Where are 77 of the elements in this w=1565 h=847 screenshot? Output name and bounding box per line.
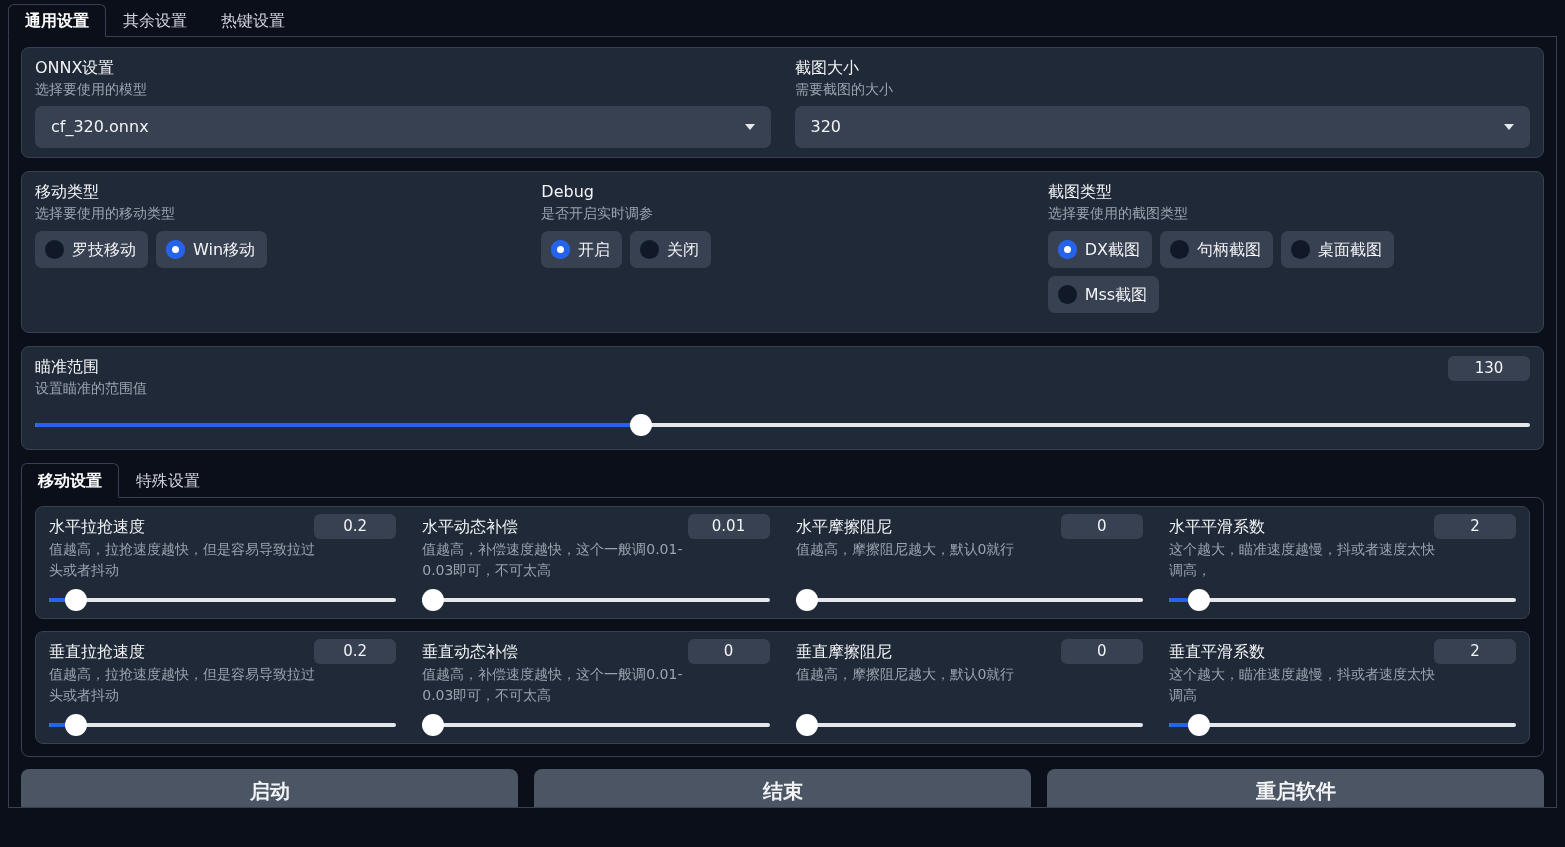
slider-track[interactable] (422, 714, 770, 737)
radio-option[interactable]: DX截图 (1047, 231, 1152, 269)
value-field[interactable]: 0 (1060, 514, 1143, 540)
slider-hint: 值越高，补偿速度越快，这个一般调0.01-0.03即可，不可太高 (422, 540, 684, 580)
slider-label: 垂直拉抢速度 (49, 640, 145, 663)
tab[interactable]: 热键设置 (204, 4, 302, 37)
slider-track[interactable] (795, 714, 1143, 737)
radio-option[interactable]: 桌面截图 (1280, 231, 1394, 269)
value-field[interactable]: 0.2 (314, 514, 397, 540)
slider-thumb[interactable] (65, 714, 88, 737)
radio-option[interactable]: 句柄截图 (1159, 231, 1273, 269)
slider-label: 水平平滑系数 (1168, 515, 1265, 538)
slider-hint: 值越高，摩擦阻尼越大，默认0就行 (795, 540, 1016, 560)
slider-track[interactable] (1168, 589, 1516, 612)
slider-hint: 值越高，补偿速度越快，这个一般调0.01-0.03即可，不可太高 (422, 665, 684, 705)
group-hint: 选择要使用的截图类型 (1047, 204, 1189, 224)
tab[interactable]: 其余设置 (106, 4, 204, 37)
slider-thumb[interactable] (795, 714, 818, 737)
caret-icon (1504, 123, 1514, 130)
value-field[interactable]: 2 (1434, 514, 1516, 540)
group-hint: 选择要使用的移动类型 (35, 204, 176, 224)
slider-hint: 设置瞄准的范围值 (35, 379, 147, 399)
action-button[interactable]: 结束 (534, 769, 1031, 808)
radio-option[interactable]: 开启 (541, 231, 623, 269)
slider-thumb[interactable] (65, 589, 88, 612)
dropdown[interactable]: cf_320.onnx (35, 105, 771, 148)
slider-hint: 值越高，拉抢速度越快，但是容易导致拉过头或者抖动 (49, 540, 316, 580)
field-hint: 选择要使用的模型 (35, 80, 148, 100)
slider-label: 水平动态补偿 (422, 515, 519, 538)
action-button[interactable]: 重启软件 (1047, 769, 1544, 808)
slider-hint: 值越高，摩擦阻尼越大，默认0就行 (795, 665, 1016, 685)
slider-label: 垂直摩擦阻尼 (795, 640, 892, 663)
dropdown-value: cf_320.onnx (51, 115, 149, 138)
value-field[interactable]: 0 (687, 639, 770, 665)
value-field[interactable]: 0 (1060, 639, 1143, 665)
slider-track[interactable] (35, 414, 1530, 437)
action-button[interactable]: 启动 (21, 769, 518, 808)
group-label: 截图类型 (1047, 180, 1113, 203)
field-label: 截图大小 (794, 57, 860, 79)
slider-label: 垂直平滑系数 (1168, 640, 1265, 663)
slider-thumb[interactable] (422, 589, 445, 612)
group-label: 移动类型 (35, 180, 100, 203)
tab[interactable]: 通用设置 (8, 4, 106, 37)
slider-track[interactable] (422, 589, 770, 612)
value-field[interactable]: 2 (1434, 639, 1516, 665)
value-field[interactable]: 0.2 (314, 639, 397, 665)
field-label: ONNX设置 (35, 57, 116, 79)
group-label: Debug (541, 180, 595, 203)
slider-thumb[interactable] (795, 589, 818, 612)
value-field[interactable]: 130 (1448, 355, 1530, 381)
tab[interactable]: 特殊设置 (119, 463, 217, 499)
slider-track[interactable] (795, 589, 1143, 612)
radio-option[interactable]: 关闭 (630, 231, 712, 269)
radio-option[interactable]: Mss截图 (1047, 276, 1160, 314)
slider-track[interactable] (1168, 714, 1516, 737)
slider-thumb[interactable] (1188, 714, 1211, 737)
slider-label: 垂直动态补偿 (422, 640, 519, 663)
radio-option[interactable]: 罗技移动 (35, 231, 148, 269)
dropdown-value: 320 (810, 115, 842, 138)
slider-hint: 值越高，拉抢速度越快，但是容易导致拉过头或者抖动 (49, 665, 316, 705)
dropdown[interactable]: 320 (794, 105, 1530, 148)
slider-track[interactable] (49, 714, 397, 737)
slider-label: 水平摩擦阻尼 (795, 515, 892, 538)
slider-hint: 这个越大，瞄准速度越慢，抖或者速度太快调高， (1168, 540, 1436, 580)
group-hint: 是否开启实时调参 (541, 204, 655, 224)
slider-label: 瞄准范围 (35, 355, 100, 378)
slider-thumb[interactable] (630, 414, 653, 437)
value-field[interactable]: 0.01 (687, 514, 770, 540)
slider-hint: 这个越大，瞄准速度越慢，抖或者速度太快调高 (1168, 665, 1436, 705)
caret-icon (744, 123, 755, 130)
tab[interactable]: 移动设置 (21, 463, 119, 499)
field-hint: 需要截图的大小 (794, 80, 894, 100)
slider-thumb[interactable] (1188, 589, 1211, 612)
slider-label: 水平拉抢速度 (49, 515, 145, 538)
slider-track[interactable] (49, 589, 397, 612)
slider-thumb[interactable] (422, 714, 445, 737)
radio-option[interactable]: Win移动 (156, 231, 268, 269)
